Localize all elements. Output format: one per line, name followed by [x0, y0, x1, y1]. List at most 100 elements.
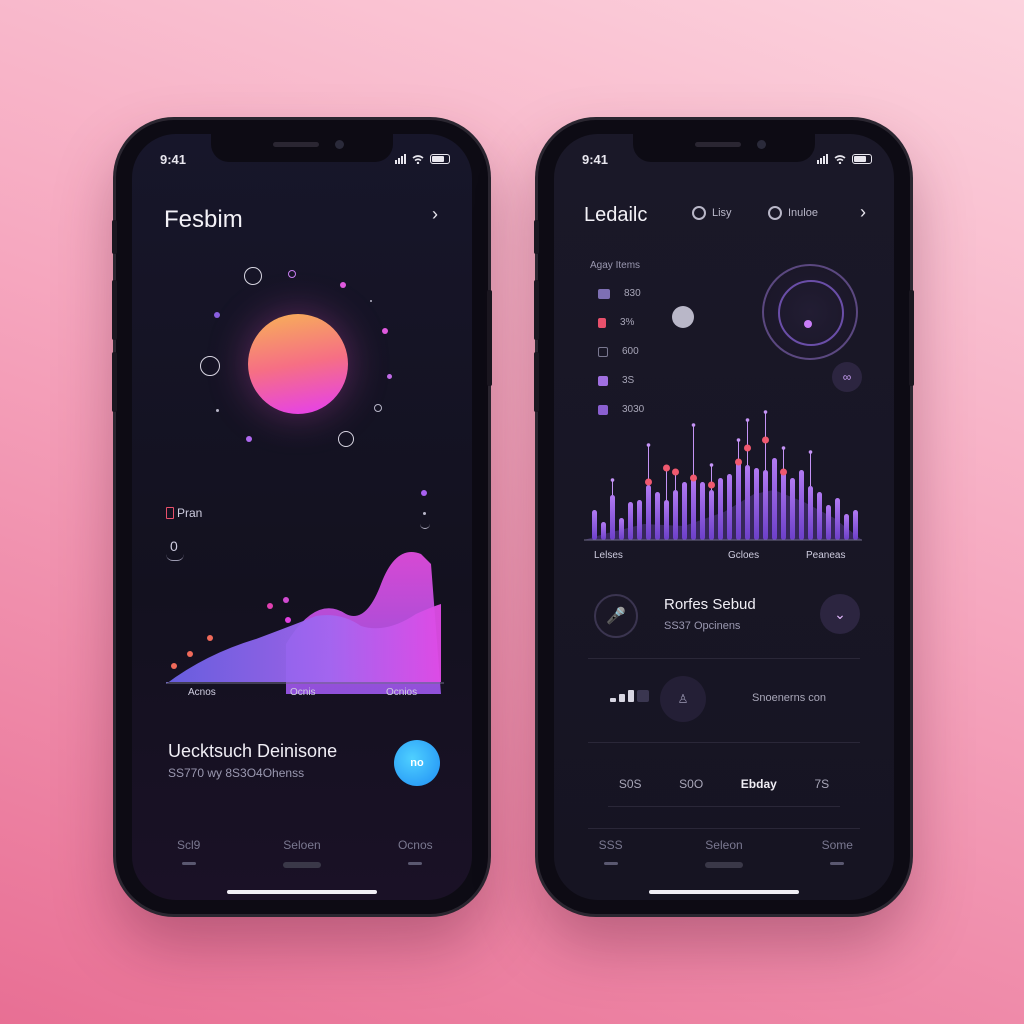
track-row[interactable]: 🎤 Rorfes Sebud SS37 Opcinens ⌄	[588, 586, 860, 654]
orbit-dot	[214, 312, 220, 318]
bar	[754, 468, 759, 540]
category-icon	[598, 288, 610, 299]
divider	[588, 828, 860, 829]
status-bar: 9:41	[582, 152, 872, 170]
tab-indicator	[704, 862, 743, 868]
segment-active[interactable]: Ebday	[741, 777, 777, 791]
volume-up-button[interactable]	[112, 280, 117, 340]
track-title: Rorfes Sebud	[664, 596, 756, 613]
orbit-dot	[340, 282, 346, 288]
list-value: 3S	[622, 375, 635, 386]
orbit-dot	[374, 404, 382, 412]
bar-stem-tip	[610, 478, 615, 482]
chart-dot	[421, 490, 427, 496]
bar	[646, 485, 651, 540]
segment[interactable]: S0S	[619, 777, 642, 791]
bar	[736, 462, 741, 540]
tab-1[interactable]: SSS	[566, 838, 656, 878]
filter-chip-2[interactable]: Inuloe	[768, 206, 818, 220]
bar	[628, 502, 633, 540]
x-label: Peaneas	[806, 550, 846, 561]
bar	[763, 470, 768, 540]
bar	[637, 500, 642, 540]
tab-label: Scl9	[176, 838, 201, 852]
tab-label: SSS	[598, 838, 623, 852]
signal-icon	[817, 154, 828, 164]
list-value: 600	[622, 346, 639, 357]
bar-stem-tip	[646, 443, 651, 447]
orbit-dot	[288, 270, 296, 278]
bar-marker	[672, 468, 679, 476]
x-label: Gcloes	[728, 550, 760, 561]
home-indicator[interactable]	[649, 890, 799, 894]
action-button[interactable]: no	[394, 740, 440, 786]
microphone-icon: 🎤	[594, 594, 638, 638]
volume-down-button[interactable]	[534, 352, 539, 412]
bar-marker	[762, 436, 769, 444]
bar	[835, 498, 840, 540]
tab-label: Seloen	[283, 838, 321, 852]
toggle-icon[interactable]	[672, 306, 694, 328]
list-item[interactable]: 830	[598, 288, 641, 299]
list-item[interactable]: 3%	[598, 317, 634, 328]
expand-button[interactable]: ⌄	[820, 594, 860, 634]
segment[interactable]: S0O	[679, 777, 703, 791]
bar-stem-tip	[709, 463, 714, 467]
item-title: Uecktsuch Deinisone	[168, 741, 338, 761]
chevron-right-icon[interactable]: ›	[432, 204, 438, 225]
link-icon[interactable]: ∞	[832, 362, 862, 392]
list-item[interactable]: 3S	[598, 375, 634, 386]
category-icon	[598, 346, 608, 357]
tab-2[interactable]: Seloen	[257, 838, 347, 878]
chart-arc	[420, 522, 430, 529]
camera	[757, 140, 766, 149]
chart-point	[171, 663, 177, 669]
bar-stem-tip	[736, 438, 741, 442]
item-subtitle: SS770 wy 8S3O4Ohenss	[168, 766, 305, 780]
bar	[799, 470, 804, 540]
power-button[interactable]	[487, 290, 492, 386]
tab-indicator	[408, 862, 423, 865]
user-icon[interactable]: ♙	[660, 676, 706, 722]
progress-dial[interactable]	[762, 264, 858, 360]
home-indicator[interactable]	[227, 890, 377, 894]
bar	[745, 465, 750, 540]
tab-2[interactable]: Seleon	[679, 838, 769, 878]
speaker-grille	[695, 142, 741, 147]
track-subtitle: SS37 Opcinens	[664, 620, 741, 632]
bar	[718, 478, 723, 540]
filter-chip-1[interactable]: Lisy	[692, 206, 732, 220]
chevron-down-icon: ⌄	[834, 605, 846, 622]
bar-stem-tip	[763, 410, 768, 414]
chevron-right-icon[interactable]: ›	[860, 202, 866, 223]
phone-right: 9:41 Ledailc Lisy Inuloe › Agay Items 83…	[534, 120, 914, 914]
segment[interactable]: 7S	[814, 777, 829, 791]
status-time: 9:41	[160, 152, 187, 167]
tab-3[interactable]: Some	[792, 838, 882, 878]
status-time: 9:41	[582, 152, 609, 167]
orbit-ring	[338, 431, 354, 447]
bar	[817, 492, 822, 540]
bar-marker	[744, 444, 751, 452]
tab-1[interactable]: Scl9	[144, 838, 234, 878]
volume-up-button[interactable]	[534, 280, 539, 340]
power-button[interactable]	[909, 290, 914, 386]
tab-3[interactable]: Ocnos	[370, 838, 460, 878]
volume-down-button[interactable]	[112, 352, 117, 412]
chart-dot	[423, 512, 426, 515]
divider	[588, 742, 860, 743]
tab-label: Some	[821, 838, 853, 852]
bar-marker	[663, 464, 670, 472]
bar	[610, 495, 615, 540]
list-value: 830	[624, 288, 641, 299]
battery-icon	[430, 154, 450, 164]
wifi-icon	[834, 155, 846, 164]
status-bar: 9:41	[160, 152, 450, 170]
mute-switch	[112, 220, 117, 254]
list-item[interactable]: 600	[598, 346, 639, 357]
x-label: Acnos	[188, 687, 216, 698]
bar-marker	[735, 458, 742, 466]
bar	[682, 482, 687, 540]
tab-indicator	[282, 862, 321, 868]
chart-point	[267, 603, 273, 609]
